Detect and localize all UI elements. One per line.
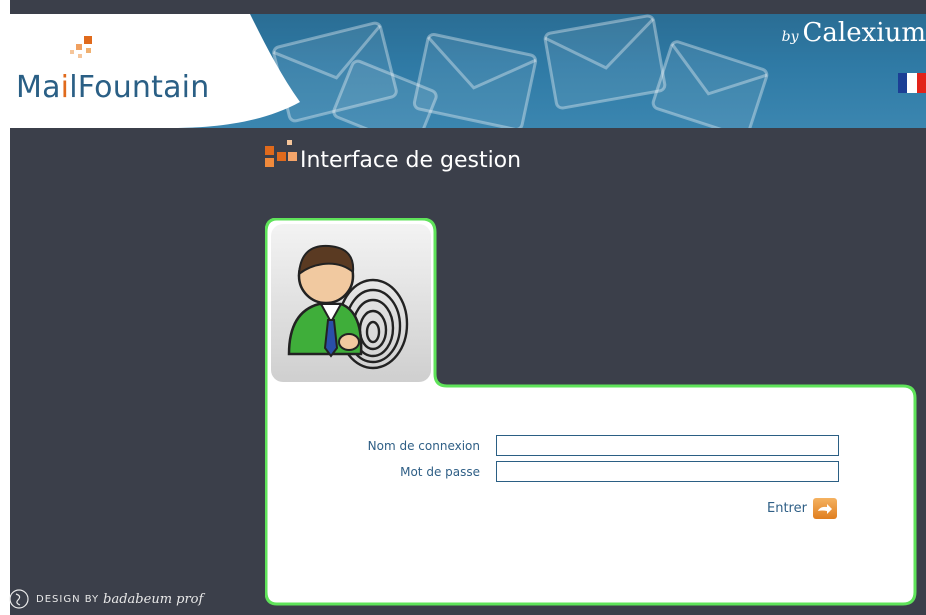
password-label: Mot de passe: [400, 464, 480, 479]
arrow-icon: [812, 498, 837, 519]
username-row: Nom de connexion: [265, 435, 839, 456]
password-input[interactable]: [496, 461, 839, 482]
title-squares-icon: [265, 140, 297, 167]
designer-name: badabeum prof: [103, 591, 204, 607]
username-input[interactable]: [496, 435, 839, 456]
logo-dots-icon: [70, 36, 92, 58]
calexium-brand: by Calexium: [782, 18, 926, 48]
page-title: Interface de gestion: [300, 148, 522, 173]
username-label: Nom de connexion: [367, 438, 480, 453]
mailfountain-logo: MailFountain: [10, 14, 310, 128]
logo-text: MailFountain: [16, 70, 210, 105]
footer-credit: DESIGN BY badabeum prof: [8, 588, 203, 610]
user-fingerprint-icon: [271, 224, 431, 382]
design-by-label: DESIGN BY: [36, 593, 100, 605]
designer-logo-icon: [9, 589, 29, 609]
password-row: Mot de passe: [265, 461, 839, 482]
enter-button[interactable]: Entrer: [767, 498, 837, 519]
french-flag-icon[interactable]: [898, 73, 926, 93]
company-name: Calexium: [802, 18, 926, 48]
enter-label: Entrer: [767, 501, 807, 516]
by-label: by: [781, 29, 799, 45]
